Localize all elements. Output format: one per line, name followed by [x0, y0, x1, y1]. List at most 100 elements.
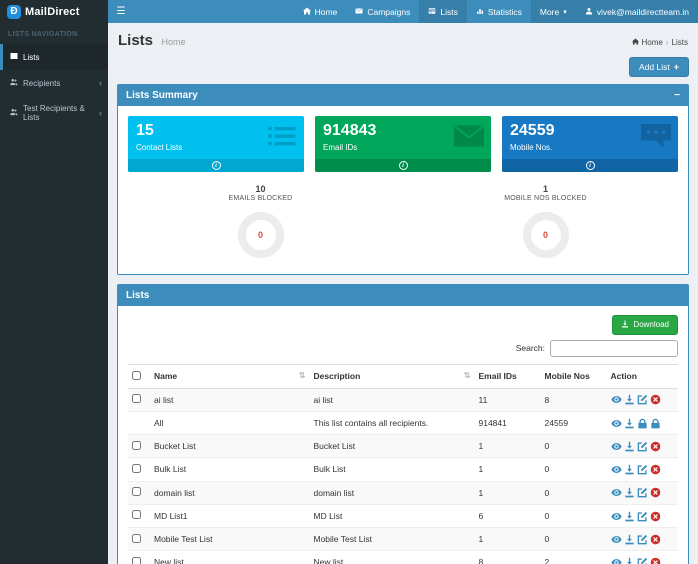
delete-icon[interactable] [650, 557, 661, 564]
app-window: Ð MailDirect ☰ Home Campaigns Lists Stat… [0, 0, 698, 564]
breadcrumb: Home › Lists [632, 38, 688, 47]
view-icon[interactable] [611, 487, 622, 498]
column-header-email-ids[interactable]: Email IDs [475, 364, 541, 388]
delete-icon[interactable] [650, 464, 661, 475]
edit-icon[interactable] [637, 557, 648, 564]
row-checkbox[interactable] [132, 394, 141, 403]
delete-icon[interactable] [650, 394, 661, 405]
cell-email-ids: 1 [475, 481, 541, 504]
contact-lists-info[interactable]: i [128, 159, 304, 172]
search-label: Search: [516, 343, 545, 353]
cell-description: Mobile Test List [310, 528, 475, 551]
email-ids-card: 914843 Email IDs i [315, 116, 491, 172]
add-list-button[interactable]: Add List + [629, 57, 689, 77]
mobile-nos-card: 24559 Mobile Nos. i [502, 116, 678, 172]
nav-item-statistics[interactable]: Statistics [467, 0, 531, 23]
table-row: Bulk ListBulk List10 [128, 458, 678, 481]
delete-icon[interactable] [650, 487, 661, 498]
view-icon[interactable] [611, 394, 622, 405]
nav-item-campaigns[interactable]: Campaigns [346, 0, 419, 23]
table-row: MD List1MD List60 [128, 504, 678, 527]
plus-icon: + [674, 62, 679, 72]
download-icon[interactable] [624, 487, 635, 498]
emails-blocked-box: 10 EMAILS BLOCKED 0 [118, 184, 403, 258]
edit-icon[interactable] [637, 511, 648, 522]
edit-icon[interactable] [637, 441, 648, 452]
sidebar-item-test-recipients[interactable]: Test Recipients & Lists ‹ [0, 96, 108, 130]
download-icon[interactable] [624, 511, 635, 522]
mobile-nos-info[interactable]: i [502, 159, 678, 172]
delete-icon[interactable] [650, 441, 661, 452]
campaigns-icon [355, 7, 363, 17]
nav-item-lists[interactable]: Lists [419, 0, 466, 23]
row-checkbox[interactable] [132, 487, 141, 496]
download-icon [621, 320, 629, 330]
row-checkbox[interactable] [132, 534, 141, 543]
info-icon: i [212, 161, 221, 170]
nav-item-more[interactable]: More ▾ [531, 0, 576, 23]
lists-panel: Lists Download Search: [117, 284, 689, 564]
page-subtitle: Home [161, 37, 185, 47]
column-header-action: Action [607, 364, 679, 388]
delete-icon[interactable] [650, 511, 661, 522]
maildirect-logo-icon: Ð [7, 5, 21, 19]
column-header-name[interactable]: Name⇅ [150, 364, 310, 388]
lock-icon[interactable] [650, 418, 661, 429]
collapse-icon[interactable]: − [674, 91, 680, 101]
table-row: AllThis list contains all recipients.914… [128, 411, 678, 434]
view-icon[interactable] [611, 441, 622, 452]
view-icon[interactable] [611, 557, 622, 564]
select-all-checkbox[interactable] [132, 371, 141, 380]
download-icon[interactable] [624, 394, 635, 405]
cell-mobile-nos: 0 [541, 528, 607, 551]
sidebar-item-recipients[interactable]: Recipients ‹ [0, 70, 108, 96]
menu-toggle-icon[interactable]: ☰ [108, 0, 134, 23]
cell-name: MD List1 [150, 504, 310, 527]
cell-name: All [150, 411, 310, 434]
delete-icon[interactable] [650, 534, 661, 545]
mobile-blocked-label: MOBILE NOS BLOCKED [403, 195, 688, 202]
chevron-left-icon: ‹ [99, 79, 102, 88]
users-icon [10, 78, 18, 88]
row-checkbox[interactable] [132, 441, 141, 450]
download-button[interactable]: Download [612, 315, 678, 335]
cell-email-ids: 914841 [475, 411, 541, 434]
statistics-icon [476, 7, 484, 17]
download-icon[interactable] [624, 441, 635, 452]
cell-description: This list contains all recipients. [310, 411, 475, 434]
download-icon[interactable] [624, 418, 635, 429]
lists-table: Name⇅ Description⇅ Email IDs Mobile Nos … [128, 364, 678, 564]
cell-name: ai list [150, 388, 310, 411]
row-checkbox[interactable] [132, 464, 141, 473]
edit-icon[interactable] [637, 487, 648, 498]
view-icon[interactable] [611, 534, 622, 545]
navbar-links: Home Campaigns Lists Statistics More ▾ v… [294, 0, 698, 23]
download-icon[interactable] [624, 557, 635, 564]
nav-item-user[interactable]: vivek@maildirectteam.in [576, 0, 698, 23]
view-icon[interactable] [611, 464, 622, 475]
brand-logo[interactable]: Ð MailDirect [0, 0, 108, 23]
view-icon[interactable] [611, 418, 622, 429]
edit-icon[interactable] [637, 394, 648, 405]
brand-name: MailDirect [25, 6, 80, 18]
edit-icon[interactable] [637, 534, 648, 545]
cell-description: Bucket List [310, 435, 475, 458]
cell-mobile-nos: 0 [541, 458, 607, 481]
sidebar-item-lists[interactable]: Lists [0, 44, 108, 70]
download-icon[interactable] [624, 464, 635, 475]
cell-mobile-nos: 24559 [541, 411, 607, 434]
row-checkbox[interactable] [132, 557, 141, 564]
cell-mobile-nos: 8 [541, 388, 607, 411]
cell-name: New list [150, 551, 310, 564]
search-input[interactable] [550, 340, 678, 357]
download-icon[interactable] [624, 534, 635, 545]
edit-icon[interactable] [637, 464, 648, 475]
lock-icon[interactable] [637, 418, 648, 429]
column-header-mobile-nos[interactable]: Mobile Nos [541, 364, 607, 388]
view-icon[interactable] [611, 511, 622, 522]
email-ids-info[interactable]: i [315, 159, 491, 172]
nav-item-home[interactable]: Home [294, 0, 347, 23]
column-header-description[interactable]: Description⇅ [310, 364, 475, 388]
breadcrumb-home[interactable]: Home [642, 38, 663, 47]
row-checkbox[interactable] [132, 510, 141, 519]
